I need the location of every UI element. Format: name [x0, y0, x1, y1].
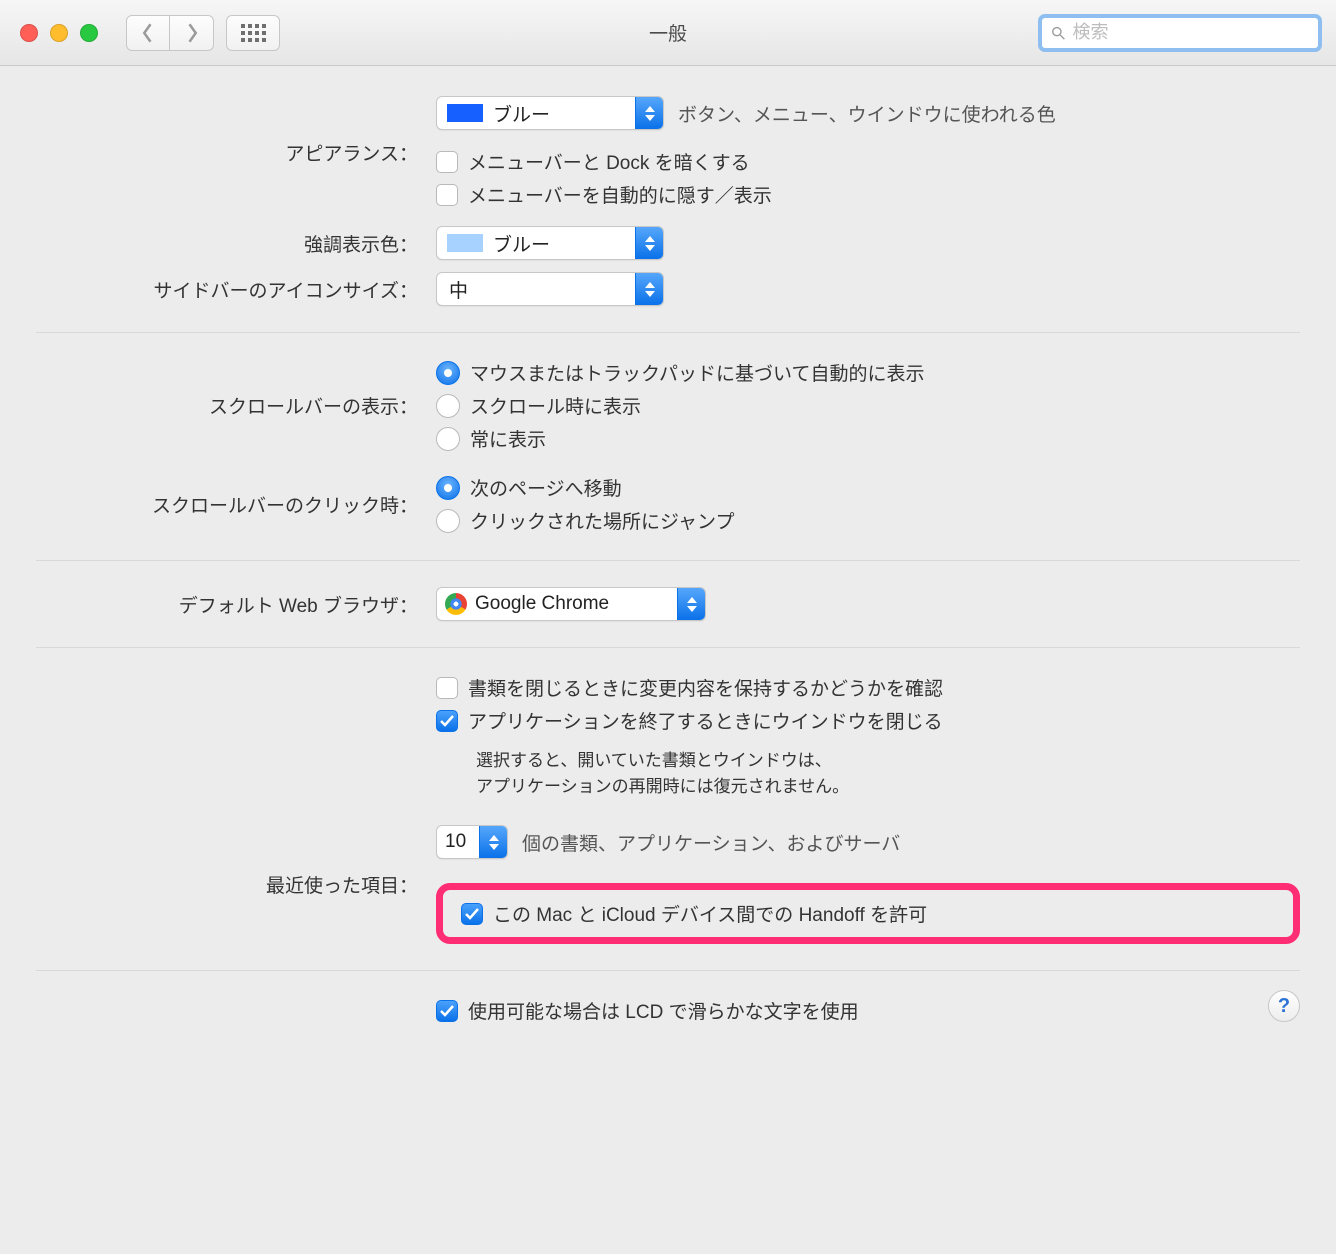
recent-items-suffix: 個の書類、アプリケーション、およびサーバ — [522, 829, 900, 856]
highlight-label: 強調表示色： — [36, 230, 436, 257]
dark-menu-label: メニューバーと Dock を暗くする — [468, 148, 750, 175]
window-title: 一般 — [649, 19, 687, 46]
search-field[interactable] — [1038, 14, 1322, 52]
appearance-label: アピアランス： — [36, 139, 436, 166]
scroll-show-when-radio[interactable]: スクロール時に表示 — [436, 392, 1300, 419]
autohide-menu-checkbox[interactable]: メニューバーを自動的に隠す／表示 — [436, 181, 1300, 208]
browser-value: Google Chrome — [475, 593, 609, 615]
content: アピアランス： ブルー ボタン、メニュー、ウインドウに使われる色 メニューバーと… — [0, 66, 1336, 1052]
zoom-window-button[interactable] — [80, 24, 98, 42]
help-icon: ? — [1278, 995, 1290, 1018]
appearance-swatch — [447, 104, 483, 122]
recent-items-popup[interactable]: 10 — [436, 825, 508, 859]
lcd-smoothing-label: 使用可能な場合は LCD で滑らかな文字を使用 — [468, 997, 859, 1024]
appearance-note: ボタン、メニュー、ウインドウに使われる色 — [678, 100, 1056, 127]
scroll-click-jump-label: クリックされた場所にジャンプ — [470, 507, 734, 534]
scroll-click-jump-radio[interactable]: クリックされた場所にジャンプ — [436, 507, 1300, 534]
sidebar-icon-label: サイドバーのアイコンサイズ： — [36, 276, 436, 303]
scroll-show-always-radio[interactable]: 常に表示 — [436, 425, 1300, 452]
recent-items-value: 10 — [437, 831, 474, 853]
handoff-label: この Mac と iCloud デバイス間での Handoff を許可 — [493, 900, 927, 927]
close-windows-checkbox[interactable]: アプリケーションを終了するときにウインドウを閉じる — [436, 707, 1300, 734]
default-browser-popup[interactable]: Google Chrome — [436, 587, 706, 621]
scroll-click-next-radio[interactable]: 次のページへ移動 — [436, 474, 1300, 501]
help-button[interactable]: ? — [1268, 990, 1300, 1022]
dark-menu-checkbox[interactable]: メニューバーと Dock を暗くする — [436, 148, 1300, 175]
titlebar: 一般 — [0, 0, 1336, 66]
autohide-menu-label: メニューバーを自動的に隠す／表示 — [468, 181, 772, 208]
updown-arrows-icon — [479, 826, 507, 858]
scroll-show-auto-radio[interactable]: マウスまたはトラックパッドに基づいて自動的に表示 — [436, 359, 1300, 386]
nav-buttons — [126, 15, 214, 51]
close-windows-label: アプリケーションを終了するときにウインドウを閉じる — [468, 707, 943, 734]
grid-icon — [241, 24, 266, 42]
search-icon — [1050, 24, 1066, 42]
updown-arrows-icon — [677, 588, 705, 620]
scroll-show-always-label: 常に表示 — [470, 425, 546, 452]
scrollbar-show-label: スクロールバーの表示： — [36, 392, 436, 419]
traffic-lights — [20, 24, 98, 42]
close-window-button[interactable] — [20, 24, 38, 42]
updown-arrows-icon — [635, 227, 663, 259]
highlight-swatch — [447, 234, 483, 252]
appearance-value: ブルー — [493, 100, 550, 127]
chrome-icon — [445, 593, 467, 615]
handoff-highlight: この Mac と iCloud デバイス間での Handoff を許可 — [436, 883, 1300, 944]
scrollbar-click-label: スクロールバーのクリック時： — [36, 491, 436, 518]
lcd-smoothing-checkbox[interactable]: 使用可能な場合は LCD で滑らかな文字を使用 — [436, 997, 1300, 1024]
scroll-click-next-label: 次のページへ移動 — [470, 474, 622, 501]
search-input[interactable] — [1072, 22, 1310, 43]
updown-arrows-icon — [635, 97, 663, 129]
scroll-show-when-label: スクロール時に表示 — [470, 392, 641, 419]
updown-arrows-icon — [635, 273, 663, 305]
sidebar-size-popup[interactable]: 中 — [436, 272, 664, 306]
browser-label: デフォルト Web ブラウザ： — [36, 591, 436, 618]
show-all-button[interactable] — [226, 15, 280, 51]
highlight-popup[interactable]: ブルー — [436, 226, 664, 260]
highlight-value: ブルー — [493, 230, 550, 257]
ask-changes-checkbox[interactable]: 書類を閉じるときに変更内容を保持するかどうかを確認 — [436, 674, 1300, 701]
minimize-window-button[interactable] — [50, 24, 68, 42]
close-windows-desc: 選択すると、開いていた書類とウインドウは、 アプリケーションの再開時には復元され… — [476, 748, 1300, 799]
appearance-popup[interactable]: ブルー — [436, 96, 664, 130]
scroll-show-auto-label: マウスまたはトラックパッドに基づいて自動的に表示 — [470, 359, 924, 386]
forward-button[interactable] — [170, 15, 214, 51]
handoff-checkbox[interactable]: この Mac と iCloud デバイス間での Handoff を許可 — [461, 900, 927, 927]
ask-changes-label: 書類を閉じるときに変更内容を保持するかどうかを確認 — [468, 674, 943, 701]
recent-items-label: 最近使った項目： — [36, 871, 436, 898]
sidebar-size-value: 中 — [437, 276, 468, 303]
back-button[interactable] — [126, 15, 170, 51]
